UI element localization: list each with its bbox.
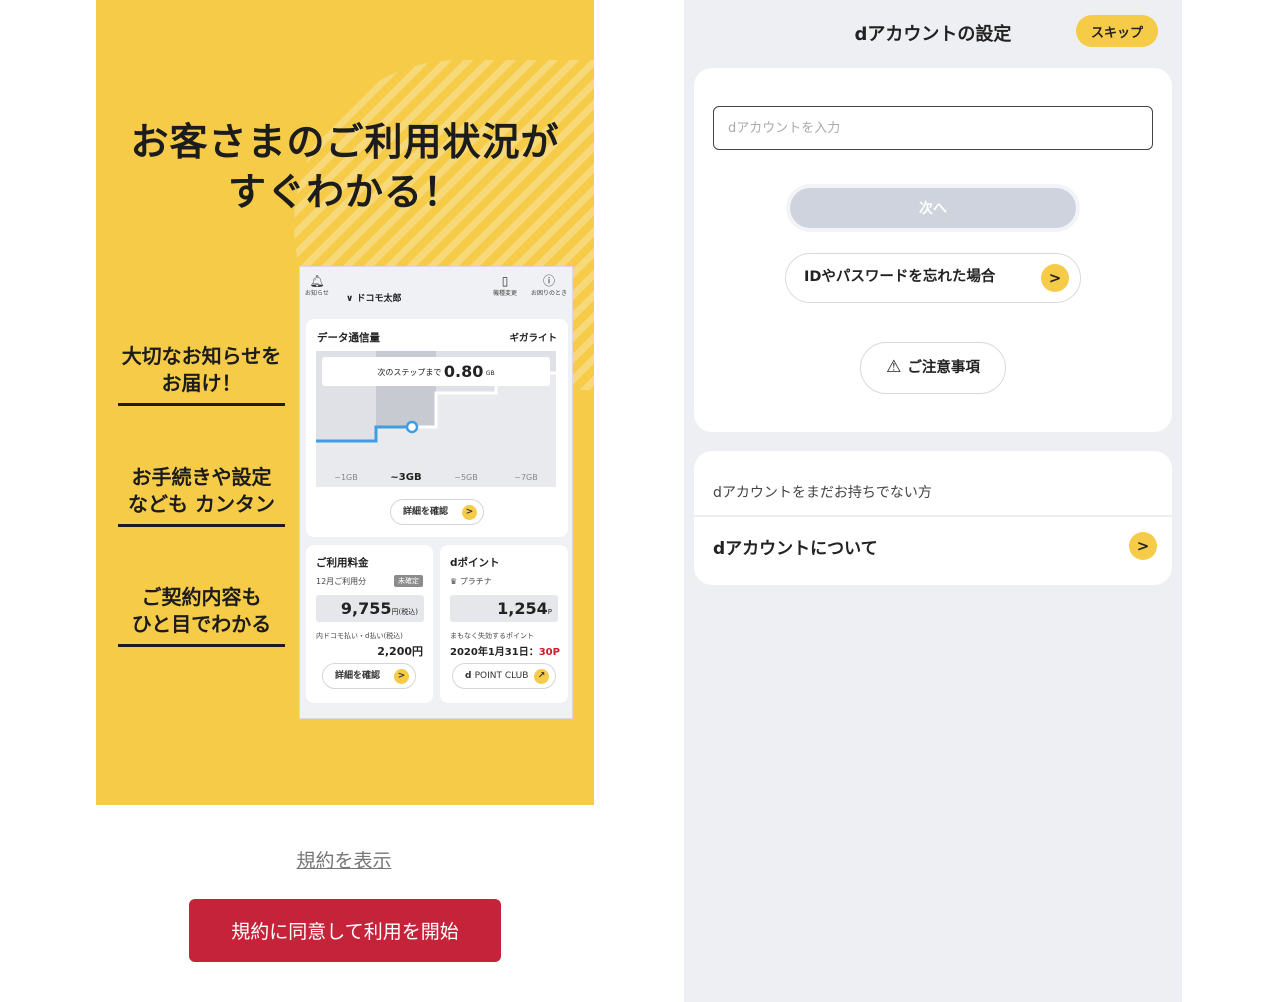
- onboarding-screen: お客さまのご利用状況が すぐわかる！ 大切なお知らせを お届け！ お手続きや設定…: [0, 0, 684, 1002]
- mockup-point-title: dポイント: [450, 557, 500, 569]
- mockup-fee-month: 12月ご利用分: [316, 577, 367, 586]
- d-logo-icon: d: [465, 671, 475, 681]
- notice-label: ご注意事項: [907, 360, 980, 376]
- mockup-user: ∨ ドコモ太郎: [346, 291, 401, 304]
- mockup-fee-note: 内ドコモ払い・d払い(税込): [316, 632, 403, 640]
- terms-link[interactable]: 規約を表示: [290, 846, 398, 873]
- feature-line: 大切なお知らせを: [121, 344, 282, 368]
- mockup-fee-detail-button: 詳細を確認 >: [322, 663, 416, 689]
- mockup-next-step: 次のステップまで 0.80 GB: [322, 357, 550, 386]
- point-unit: P: [547, 608, 552, 616]
- phone-icon: ▯: [501, 274, 509, 288]
- mockup-device: ▯ 機種変更: [490, 273, 520, 298]
- about-account-link[interactable]: dアカウントについて >: [694, 517, 1172, 585]
- tier-label: ~1GB: [334, 473, 357, 482]
- tier-label: ~3GB: [390, 472, 421, 483]
- chevron-right-icon: >: [394, 669, 409, 684]
- feature-line: なども カンタン: [128, 492, 275, 516]
- skip-button[interactable]: スキップ: [1076, 15, 1158, 47]
- point-club-label: POINT CLUB: [474, 671, 529, 681]
- promo-title: お客さまのご利用状況が すぐわかる！: [96, 117, 594, 217]
- forgot-label: IDやパスワードを忘れた場合: [804, 269, 996, 285]
- tier-label: ~5GB: [454, 473, 477, 482]
- mockup-point-note: まもなく失効するポイント: [450, 632, 534, 640]
- fee-value: 9,755: [340, 599, 392, 618]
- mockup-fee-title: ご利用料金: [316, 557, 369, 569]
- promo-banner: お客さまのご利用状況が すぐわかる！ 大切なお知らせを お届け！ お手続きや設定…: [96, 0, 594, 805]
- promo-title-line2: すぐわかる！: [227, 170, 462, 214]
- mockup-point-card: dポイント ♛ プラチナ 1,254P まもなく失効するポイント 2020年1月…: [440, 545, 568, 703]
- mockup-point-club-button: d POINT CLUB ↗: [452, 663, 556, 689]
- feature-procedures: お手続きや設定 なども カンタン: [118, 464, 285, 527]
- chevron-right-icon: >: [1129, 532, 1157, 560]
- point-value: 1,254: [497, 599, 548, 618]
- crown-icon: ♛: [450, 577, 460, 586]
- mockup-bell: 🔔︎ お知らせ: [304, 273, 330, 298]
- feature-contract: ご契約内容も ひと目でわかる: [118, 584, 285, 647]
- mockup-user-name: ドコモ太郎: [356, 294, 402, 304]
- account-id-input[interactable]: [713, 106, 1153, 150]
- forgot-id-password-button[interactable]: IDやパスワードを忘れた場合 >: [785, 253, 1081, 303]
- mockup-point-rank: ♛ プラチナ: [450, 576, 492, 587]
- chart-current-point: [405, 420, 419, 434]
- mockup-point-value: 1,254P: [450, 595, 558, 622]
- mockup-detail-button: 詳細を確認 >: [390, 499, 484, 525]
- fee-unit: 円(税込): [391, 608, 418, 616]
- mockup-fee-card: ご利用料金 12月ご利用分 未確定 9,755円(税込) 内ドコモ払い・d払い(…: [306, 545, 433, 703]
- chevron-right-icon: >: [1041, 264, 1069, 292]
- feature-line: お届け！: [161, 371, 242, 395]
- next-step-label: 次のステップまで: [377, 368, 442, 377]
- next-step-unit: GB: [485, 370, 495, 377]
- tier-label: ~7GB: [514, 473, 537, 482]
- mockup-data-title: データ通信量: [317, 332, 380, 344]
- help-icon: ⓘ: [542, 274, 555, 288]
- mockup-device-label: 機種変更: [492, 290, 517, 297]
- mockup-point-expiry: 2020年1月31日：30P: [450, 643, 560, 658]
- mockup-fee-detail-label: 詳細を確認: [335, 671, 381, 681]
- mockup-data-card: データ通信量 ギガライト ~1GB ~3GB ~5GB ~7GB 次のステップま…: [306, 319, 568, 537]
- feature-line: ひと目でわかる: [131, 612, 272, 636]
- point-rank: プラチナ: [459, 577, 492, 586]
- next-button[interactable]: 次へ: [790, 188, 1076, 228]
- about-account-label: dアカウントについて: [713, 539, 878, 559]
- mockup-help: ⓘ お困りのとき: [528, 273, 570, 298]
- mockup-plan: ギガライト: [509, 333, 557, 344]
- notice-button[interactable]: ⚠︎ ご注意事項: [860, 342, 1006, 394]
- account-setup-screen: dアカウントの設定 スキップ 次へ IDやパスワードを忘れた場合 > ⚠︎ご注意…: [684, 0, 1182, 1002]
- about-section-label: dアカウントをまだお持ちでない方: [713, 485, 932, 501]
- mockup-fee-badge: 未確定: [394, 575, 423, 587]
- bell-icon: 🔔︎: [309, 274, 325, 288]
- point-expiry-value: 30P: [538, 647, 560, 658]
- chevron-down-icon: ∨: [346, 294, 357, 304]
- login-card: 次へ IDやパスワードを忘れた場合 > ⚠︎ ご注意事項: [694, 68, 1172, 432]
- agree-and-start-button[interactable]: 規約に同意して利用を開始: [189, 899, 501, 962]
- app-mockup-image: 🔔︎ お知らせ ∨ ドコモ太郎 ▯ 機種変更 ⓘ お困りのとき データ通信量 ギ…: [299, 266, 573, 719]
- feature-line: ご契約内容も: [141, 585, 262, 609]
- mockup-help-label: お困りのとき: [530, 290, 567, 297]
- mockup-header: 🔔︎ お知らせ ∨ ドコモ太郎 ▯ 機種変更 ⓘ お困りのとき: [300, 267, 572, 313]
- point-expiry-date: 2020年1月31日：: [450, 647, 539, 658]
- about-account-card: dアカウントをまだお持ちでない方 dアカウントについて >: [694, 451, 1172, 585]
- mockup-fee-note-value: 2,200円: [377, 645, 423, 658]
- external-link-icon: ↗: [534, 669, 549, 684]
- mockup-detail-label: 詳細を確認: [403, 507, 449, 517]
- feature-notifications: 大切なお知らせを お届け！: [118, 343, 285, 406]
- promo-title-line1: お客さまのご利用状況が: [130, 120, 560, 164]
- warning-icon: ⚠︎: [886, 357, 902, 377]
- mockup-fee-value: 9,755円(税込): [316, 595, 424, 622]
- mockup-bell-label: お知らせ: [305, 290, 329, 297]
- chevron-right-icon: >: [462, 505, 477, 520]
- next-step-value: 0.80: [443, 362, 484, 381]
- feature-line: お手続きや設定: [131, 465, 272, 489]
